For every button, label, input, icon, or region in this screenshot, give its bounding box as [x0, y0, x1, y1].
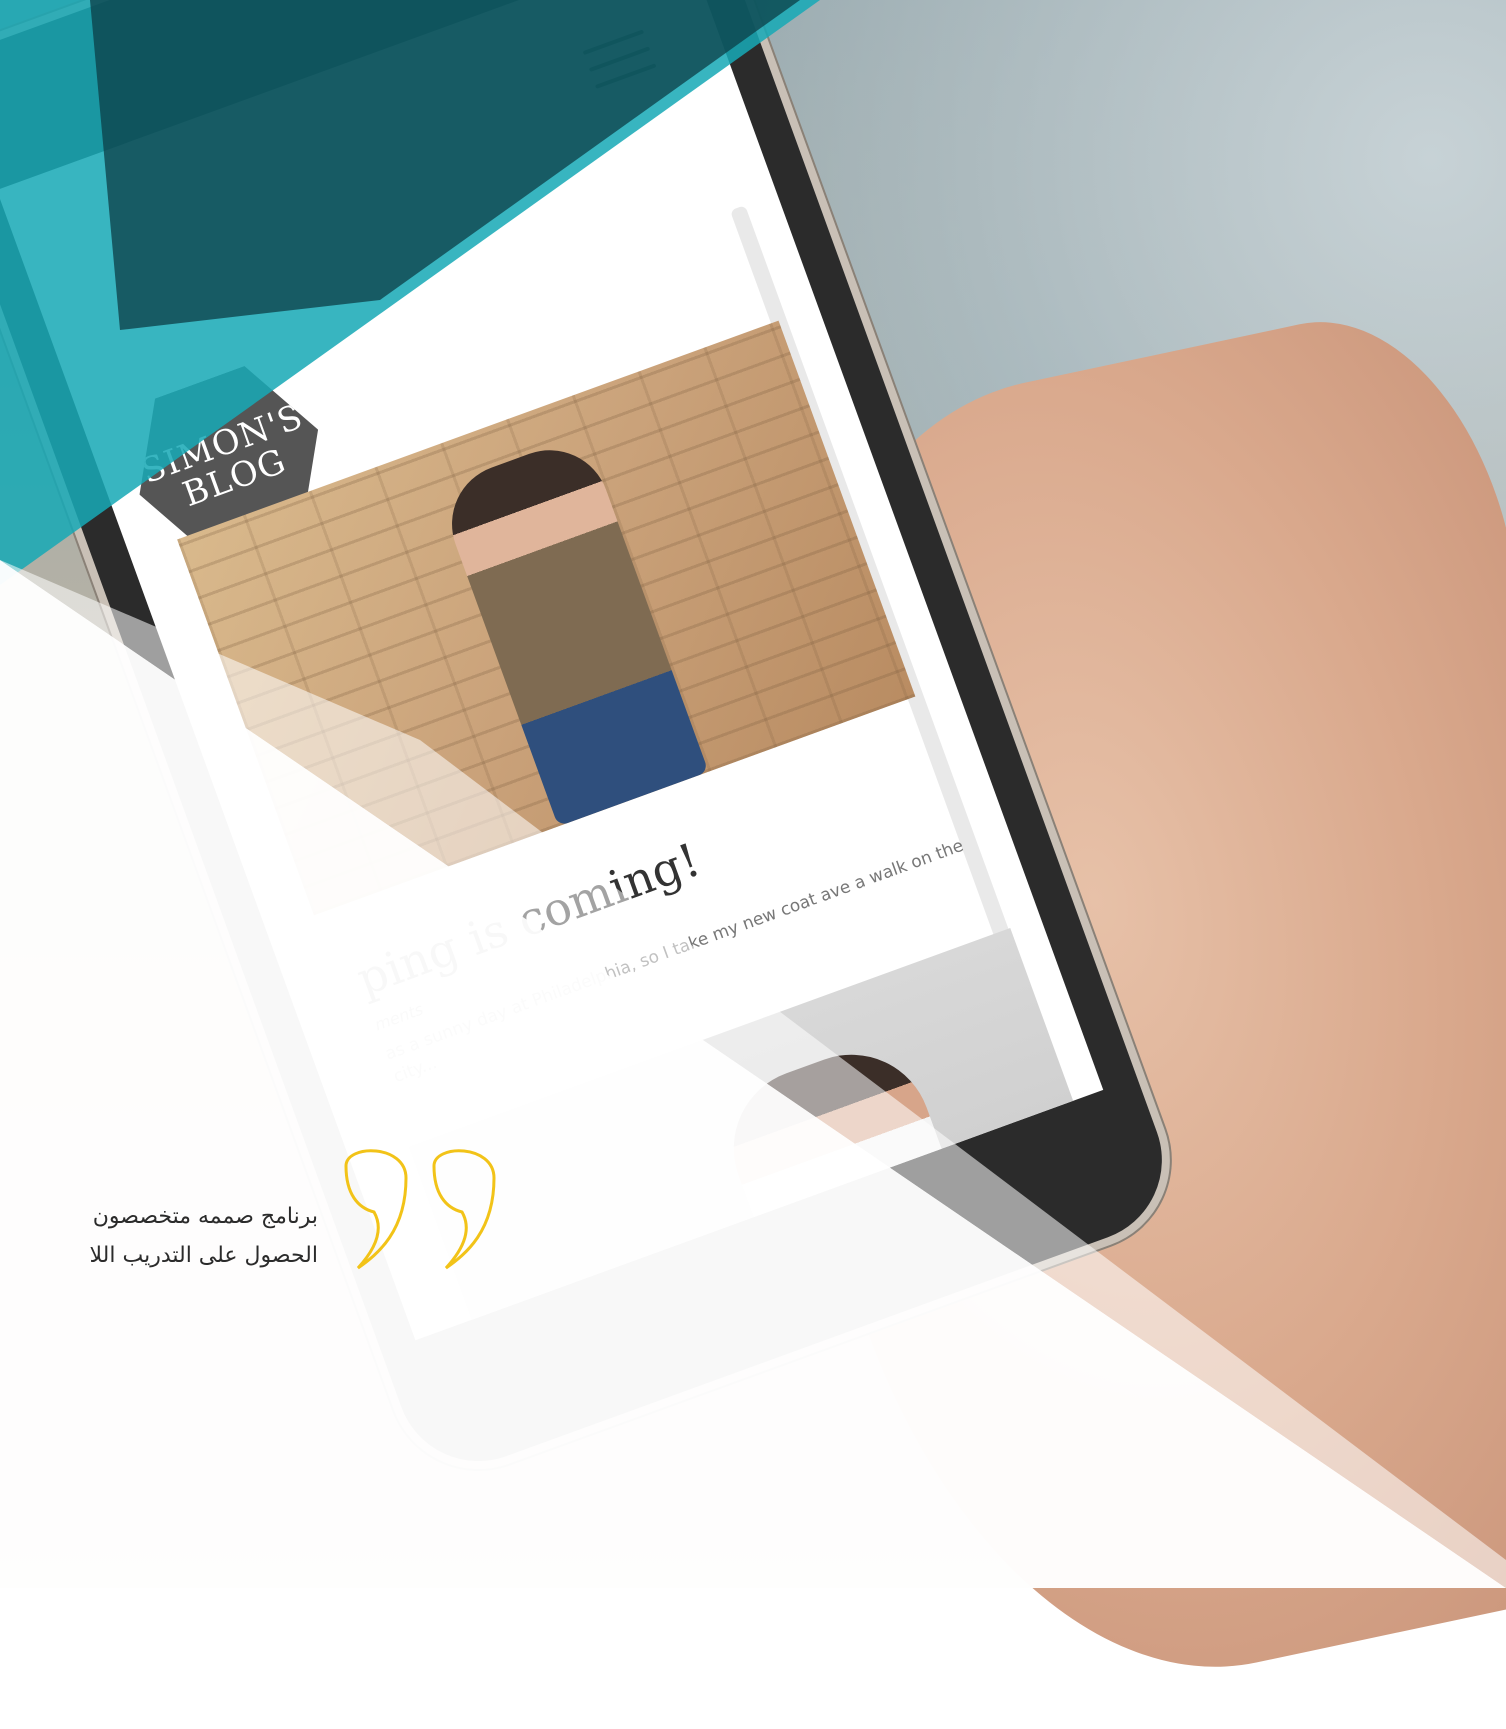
- quote-text: برنامج صممه متخصصون الحصول على التدريب ا…: [0, 1198, 318, 1275]
- person-figure: [435, 433, 709, 827]
- quote-icon: [344, 1149, 496, 1270]
- quote-line-2: الحصول على التدريب اللا: [89, 1242, 318, 1268]
- quote-line-1: برنامج صممه متخصصون: [92, 1204, 318, 1229]
